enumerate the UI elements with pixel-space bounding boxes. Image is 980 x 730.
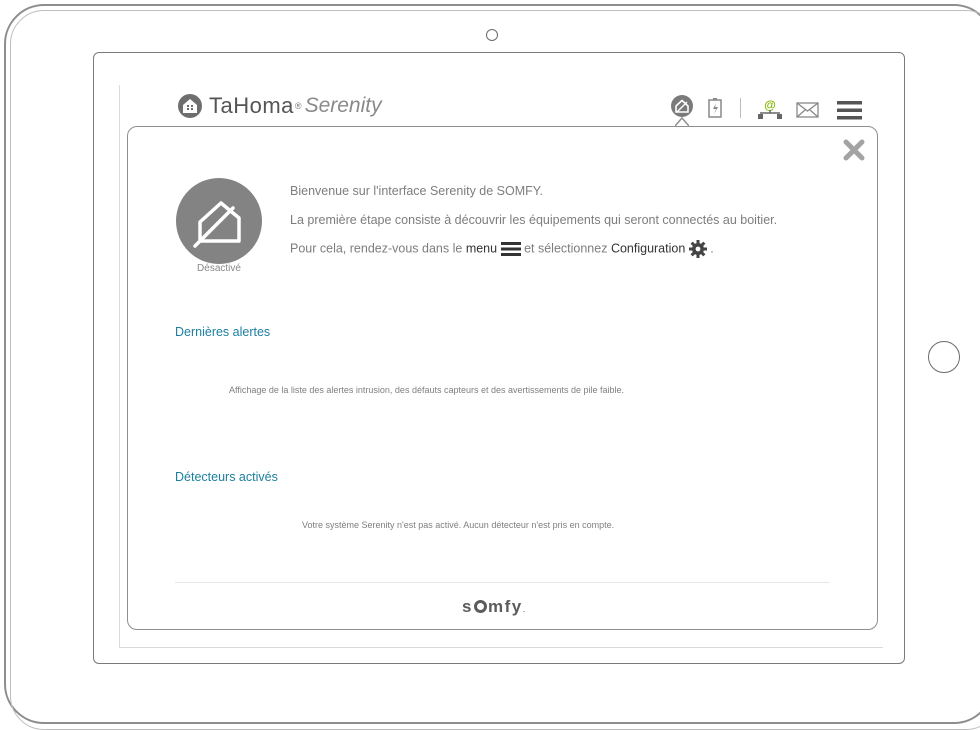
menu-icon[interactable] bbox=[837, 101, 862, 120]
house-alarm-icon[interactable] bbox=[670, 94, 694, 118]
alerts-empty-text: Affichage de la liste des alertes intrus… bbox=[229, 385, 625, 395]
somfy-logo-rest: mfy bbox=[487, 597, 523, 616]
gear-icon bbox=[688, 240, 707, 258]
menu-reference: menu bbox=[465, 241, 498, 256]
welcome-line-3-prefix: Pour cela, rendez-vous dans le bbox=[290, 241, 463, 256]
configuration-reference: Configuration bbox=[610, 241, 686, 256]
header-separator bbox=[740, 98, 741, 118]
somfy-logo-o bbox=[473, 600, 487, 613]
camera-lens bbox=[486, 29, 498, 41]
svg-text:@: @ bbox=[764, 98, 776, 112]
mail-icon[interactable] bbox=[796, 102, 819, 118]
house-disarmed-icon bbox=[193, 201, 241, 248]
brand-logo: TaHoma ® Serenity bbox=[178, 93, 382, 119]
footer-divider bbox=[175, 582, 830, 583]
somfy-logo-s: s bbox=[462, 597, 473, 616]
brand-name: TaHoma bbox=[209, 93, 294, 118]
detectors-empty-text: Votre système Serenity n'est pas activé.… bbox=[302, 520, 615, 530]
welcome-line-2: La première étape consiste à découvrir l… bbox=[290, 213, 778, 227]
welcome-line-3: Pour cela, rendez-vous dans le menu et s… bbox=[290, 240, 714, 258]
home-button[interactable] bbox=[928, 341, 960, 373]
welcome-line-3-suffix: . bbox=[710, 241, 714, 256]
section-title-detectors: Détecteurs activés bbox=[175, 470, 278, 484]
alarm-status-label: Désactivé bbox=[197, 263, 241, 274]
welcome-line-1: Bienvenue sur l'interface Serenity de SO… bbox=[290, 184, 543, 198]
active-tab-pointer bbox=[675, 117, 689, 126]
menu-icon-inline bbox=[500, 242, 521, 256]
somfy-logo: s mfy. bbox=[462, 597, 527, 617]
brand-registered-mark: ® bbox=[294, 101, 302, 111]
tahoma-house-icon bbox=[178, 94, 202, 118]
close-icon[interactable] bbox=[843, 139, 865, 161]
internet-connection-icon[interactable]: @ bbox=[757, 97, 783, 121]
welcome-line-3-middle: et sélectionnez bbox=[524, 241, 608, 256]
brand-subtitle: Serenity bbox=[304, 94, 382, 117]
alarm-status-indicator[interactable] bbox=[176, 178, 262, 264]
somfy-logo-dot: . bbox=[522, 604, 527, 614]
section-title-alerts: Dernières alertes bbox=[175, 325, 271, 339]
battery-icon[interactable] bbox=[708, 98, 722, 118]
